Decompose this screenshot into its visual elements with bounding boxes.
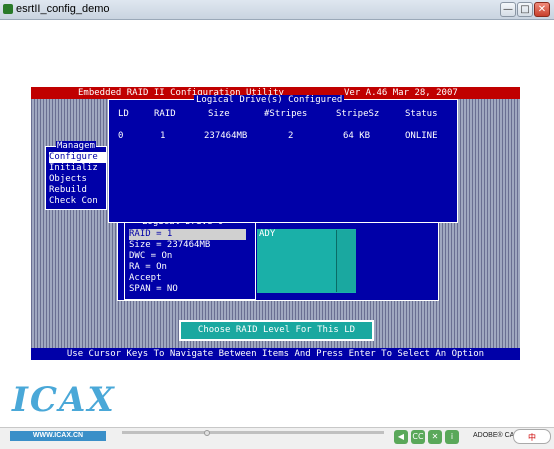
table-cell-stripes[interactable]: 2 (288, 131, 293, 142)
column-header-stripesz: StripeSz (336, 109, 380, 119)
icax-logo: ICAX (12, 380, 116, 420)
close-button[interactable]: ✕ (534, 2, 550, 17)
playback-scrubber[interactable] (122, 431, 384, 434)
ld-option-span[interactable]: SPAN = NO (129, 284, 178, 295)
menu-item-configure[interactable]: Configure (49, 152, 106, 163)
drive-array-label: ADY (259, 229, 276, 239)
column-header-ld: LD (118, 109, 129, 119)
column-header-size: Size (208, 109, 230, 119)
table-cell-size[interactable]: 237464MB (204, 131, 247, 142)
language-toggle[interactable]: 中 (513, 429, 551, 444)
column-header-raid: RAID (154, 109, 176, 119)
menu-item-rebuild[interactable]: Rebuild (49, 185, 87, 196)
status-line: Use Cursor Keys To Navigate Between Item… (31, 348, 520, 360)
ld-option-raid[interactable]: RAID = 1 (129, 229, 246, 240)
maximize-button[interactable]: □ (517, 2, 533, 17)
menu-item-check-consistency[interactable]: Check Con (49, 196, 98, 207)
logical-drives-configured-title: Logical Drive(s) Configured (194, 95, 345, 105)
info-button[interactable]: i (445, 430, 459, 444)
column-header-status: Status (405, 109, 438, 119)
app-icon (3, 4, 13, 14)
window-title: esrtII_config_demo (16, 3, 110, 15)
table-cell-ld[interactable]: 0 (118, 131, 123, 142)
column-header-stripes: #Stripes (264, 109, 308, 119)
ld-option-ra[interactable]: RA = On (129, 262, 167, 273)
management-menu-title: Managem (56, 141, 96, 151)
menu-item-objects[interactable]: Objects (49, 174, 87, 185)
drive-array-slot (336, 230, 356, 292)
close-player-button[interactable]: ✕ (428, 430, 442, 444)
prompt-text: Choose RAID Level For This LD (197, 325, 356, 335)
table-cell-stripesz[interactable]: 64 KB (343, 131, 370, 142)
minimize-button[interactable]: — (500, 2, 516, 17)
menu-item-initialize[interactable]: Initializ (49, 163, 98, 174)
ld-option-size[interactable]: Size = 237464MB (129, 240, 210, 251)
volume-icon[interactable]: ◀ (394, 430, 408, 444)
logo-url: WWW.ICAX.CN (10, 431, 106, 441)
scrubber-handle[interactable] (204, 430, 210, 436)
ld-option-dwc[interactable]: DWC = On (129, 251, 172, 262)
ld-option-accept[interactable]: Accept (129, 273, 162, 284)
captions-button[interactable]: CC (411, 430, 425, 444)
table-cell-raid[interactable]: 1 (160, 131, 165, 142)
table-cell-status[interactable]: ONLINE (405, 131, 438, 142)
utility-version: Ver A.46 Mar 28, 2007 (344, 88, 458, 98)
